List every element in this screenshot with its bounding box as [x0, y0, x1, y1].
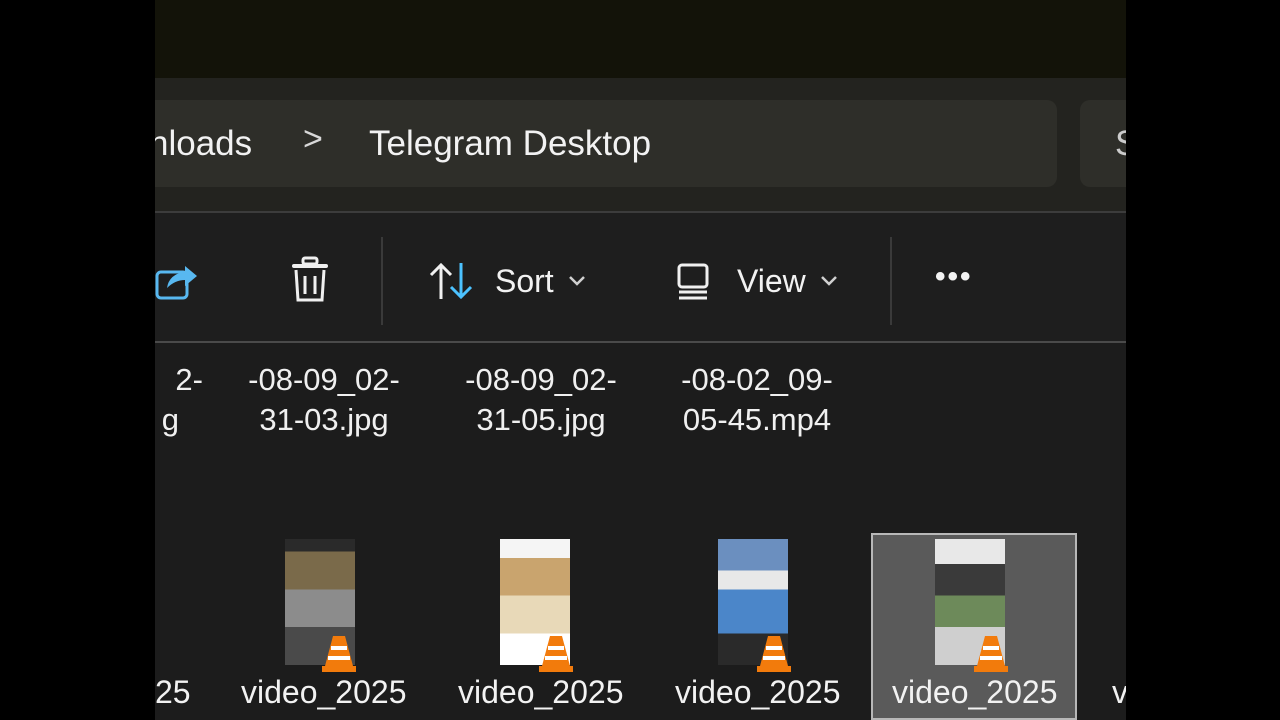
more-icon: ••• — [935, 260, 973, 293]
file-item-label[interactable]: -08-02_09- 05-45.mp4 — [657, 360, 857, 440]
breadcrumb-item-telegram-desktop[interactable]: Telegram Desktop — [369, 124, 651, 164]
breadcrumb-item-downloads[interactable]: nloads — [155, 124, 252, 164]
file-name-line: 31-05.jpg — [476, 402, 606, 437]
title-bar — [155, 0, 1126, 78]
delete-button[interactable] — [288, 256, 332, 304]
trash-icon — [292, 256, 328, 302]
search-input[interactable]: S — [1080, 100, 1126, 187]
share-button[interactable] — [155, 258, 199, 302]
toolbar-separator — [890, 237, 892, 325]
address-bar[interactable]: nloads > Telegram Desktop — [155, 100, 1057, 187]
search-placeholder: S — [1115, 124, 1126, 164]
file-name-line: g — [161, 402, 179, 437]
share-icon — [155, 266, 197, 300]
file-item-label[interactable]: -08-09_02- 31-03.jpg — [224, 360, 424, 440]
vlc-cone-icon — [757, 636, 791, 672]
chevron-right-icon[interactable]: > — [303, 120, 323, 159]
view-label: View — [737, 262, 806, 299]
view-layout-icon — [677, 263, 709, 300]
sort-button[interactable]: Sort — [427, 258, 586, 304]
file-item-label[interactable]: video_2025 — [241, 674, 406, 711]
view-button[interactable]: View — [675, 258, 838, 304]
toolbar-separator — [381, 237, 383, 325]
vlc-cone-icon — [974, 636, 1008, 672]
file-name-line: 2- — [175, 362, 203, 397]
file-name-line: -08-09_02- — [248, 362, 400, 397]
file-item-label[interactable]: -08-09_02- 31-05.jpg — [441, 360, 641, 440]
file-name-line: -08-02_09- — [681, 362, 833, 397]
vlc-cone-icon — [322, 636, 356, 672]
file-name-line: -08-09_02- — [465, 362, 617, 397]
sort-icon — [429, 262, 473, 300]
file-item-label[interactable]: video_2025 — [892, 674, 1057, 711]
file-item-label[interactable]: 25 — [155, 674, 191, 711]
file-name-line: 05-45.mp4 — [682, 402, 832, 437]
file-item-label[interactable]: video_2025 — [458, 674, 623, 711]
more-options-button[interactable]: ••• — [935, 260, 973, 294]
vlc-cone-icon — [539, 636, 573, 672]
chevron-down-icon — [568, 276, 585, 286]
file-explorer-window: nloads > Telegram Desktop S Sort — [155, 0, 1126, 720]
chevron-down-icon — [820, 276, 837, 286]
file-item-label[interactable]: video_2025 — [675, 674, 840, 711]
file-item-label[interactable]: v — [1112, 674, 1126, 711]
sort-label: Sort — [495, 262, 554, 299]
file-name-line: 31-03.jpg — [259, 402, 389, 437]
